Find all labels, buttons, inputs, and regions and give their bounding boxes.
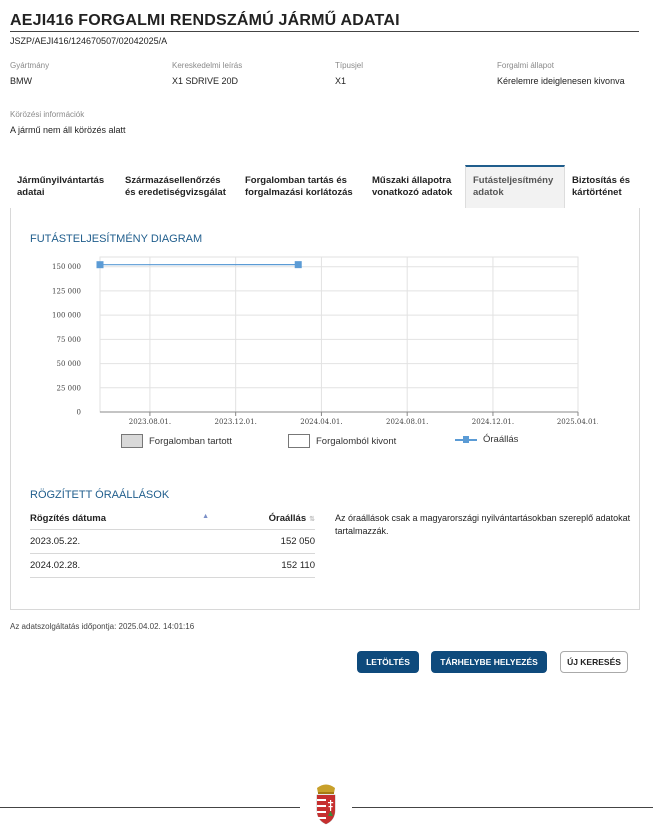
- data-point: [294, 261, 302, 269]
- tab-origin-line1: Származásellenőrzés: [125, 175, 221, 186]
- store-button[interactable]: TÁRHELYBE HELYEZÉS: [431, 651, 547, 673]
- row-date: 2024.02.28.: [30, 560, 81, 571]
- plot-area: [99, 256, 579, 413]
- x-tick-label: 2023.12.01.: [215, 418, 257, 426]
- type-field: Típusjel X1: [335, 61, 363, 86]
- download-button[interactable]: LETÖLTÉS: [357, 651, 419, 673]
- y-tick-label: 50 000: [57, 360, 82, 368]
- y-tick-label: 100 000: [52, 312, 81, 320]
- legend-line-swatch: [455, 435, 477, 445]
- y-tick-label: 150 000: [52, 263, 81, 271]
- tab-traffic[interactable]: Forgalomban tartás és forgalmazási korlá…: [238, 165, 365, 208]
- tab-registry-line2: adatai: [17, 187, 45, 198]
- tab-origin-line2: és eredetiségvizsgálat: [125, 187, 226, 198]
- date-column-label: Rögzítés dátuma: [30, 513, 107, 524]
- commercial-value: X1 SDRIVE 20D: [172, 76, 239, 86]
- wanted-field: Körözési információk A jármű nem áll kör…: [10, 110, 126, 135]
- commercial-label: Kereskedelmi leírás: [172, 61, 243, 70]
- tab-registry-line1: Járműnyilvántartás: [17, 175, 105, 186]
- y-tick-label: 0: [77, 409, 81, 417]
- tab-registry[interactable]: Járműnyilvántartás adatai: [10, 165, 118, 208]
- legend-in-traffic-label: Forgalomban tartott: [149, 435, 232, 447]
- status-field: Forgalmi állapot Kérelemre ideiglenesen …: [497, 61, 625, 86]
- commercial-field: Kereskedelmi leírás X1 SDRIVE 20D: [172, 61, 242, 86]
- tab-traffic-line2: forgalmazási korlátozás: [245, 187, 353, 198]
- row-odo: 152 050: [280, 536, 315, 547]
- table-row: 2024.02.28. 152 110: [30, 554, 315, 578]
- y-tick-label: 75 000: [57, 336, 82, 344]
- page-title: AEJI416 FORGALMI RENDSZÁMÚ JÁRMŰ ADATAI: [10, 12, 400, 29]
- legend-gray-swatch: [121, 434, 143, 448]
- type-value: X1: [335, 76, 347, 86]
- tab-origin[interactable]: Származásellenőrzés és eredetiségvizsgál…: [118, 165, 238, 208]
- data-timestamp: Az adatszolgáltatás időpontja: 2025.04.0…: [10, 622, 195, 631]
- tab-mileage-line2: adatok: [473, 187, 504, 198]
- manufacturer-field: Gyártmány BMW: [10, 61, 49, 86]
- x-tick-label: 2025.04.01.: [557, 418, 598, 426]
- tab-bar: Járműnyilvántartás adatai Származásellen…: [10, 165, 640, 208]
- tab-mileage-line1: Futásteljesítmény: [473, 175, 554, 186]
- mileage-chart: 0 25 000 50 000 75 000 100 000 125 000 150 000…: [52, 256, 598, 426]
- date-column-header[interactable]: Rögzítés dátuma ▲: [30, 513, 215, 524]
- row-odo: 152 110: [281, 560, 315, 571]
- tab-insurance-line1: Biztosítás és: [572, 175, 631, 186]
- tab-technical[interactable]: Műszaki állapotra vonatkozó adatok: [365, 165, 465, 208]
- x-tick-label: 2024.08.01.: [386, 418, 428, 426]
- manufacturer-label: Gyártmány: [10, 61, 50, 70]
- readings-note: Az óraállások csak a magyarországi nyilv…: [335, 513, 631, 536]
- sort-icon: ⇅: [309, 516, 315, 523]
- legend-odometer-label: Óraállás: [483, 434, 519, 445]
- title-divider: [10, 31, 639, 32]
- wanted-value: A jármű nem áll körözés alatt: [10, 125, 126, 135]
- y-tick-label: 125 000: [52, 287, 81, 295]
- readings-title: RÖGZÍTETT ÓRAÁLLÁSOK: [30, 489, 170, 501]
- footer-divider-right: [352, 807, 653, 808]
- legend-odometer: Óraállás: [455, 434, 518, 445]
- data-point: [96, 261, 104, 269]
- status-value: Kérelemre ideiglenesen kivonva: [497, 76, 625, 86]
- table-header: Rögzítés dátuma ▲ Óraállás ⇅: [30, 508, 315, 530]
- x-tick-label: 2024.04.01.: [300, 418, 342, 426]
- legend-in-traffic: Forgalomban tartott: [121, 434, 232, 448]
- tab-technical-line2: vonatkozó adatok: [372, 187, 453, 198]
- diagram-title: FUTÁSTELJESÍTMÉNY DIAGRAM: [30, 233, 203, 245]
- legend-withdrawn: Forgalomból kivont: [288, 434, 396, 448]
- reference-number: JSZP/AEJI416/124670507/02042025/A: [10, 36, 168, 46]
- table-row: 2023.05.22. 152 050: [30, 530, 315, 554]
- legend-white-swatch: [288, 434, 310, 448]
- new-search-button[interactable]: ÚJ KERESÉS: [560, 651, 628, 673]
- readings-table: Rögzítés dátuma ▲ Óraállás ⇅ 2023.05.22. …: [30, 508, 315, 578]
- manufacturer-value: BMW: [10, 76, 32, 86]
- tab-traffic-line1: Forgalomban tartás és: [245, 175, 347, 186]
- tab-insurance-line2: kártörténet: [572, 187, 622, 198]
- sort-ascending-icon: ▲: [202, 513, 209, 520]
- tab-mileage[interactable]: Futásteljesítmény adatok: [465, 165, 565, 208]
- type-label: Típusjel: [335, 61, 364, 70]
- odo-column-header[interactable]: Óraállás ⇅: [269, 513, 315, 524]
- wanted-label: Körözési információk: [10, 110, 85, 119]
- y-tick-label: 25 000: [57, 384, 82, 392]
- status-label: Forgalmi állapot: [497, 61, 554, 70]
- coat-of-arms-icon: [316, 784, 336, 825]
- row-date: 2023.05.22.: [30, 536, 81, 547]
- x-tick-label: 2023.08.01.: [129, 418, 171, 426]
- odo-column-label: Óraállás: [268, 513, 307, 524]
- legend-withdrawn-label: Forgalomból kivont: [316, 435, 397, 447]
- tab-technical-line1: Műszaki állapotra: [372, 175, 452, 186]
- tab-insurance[interactable]: Biztosítás és kártörténet: [565, 165, 640, 208]
- footer-divider-left: [0, 807, 300, 808]
- x-tick-label: 2024.12.01.: [472, 418, 514, 426]
